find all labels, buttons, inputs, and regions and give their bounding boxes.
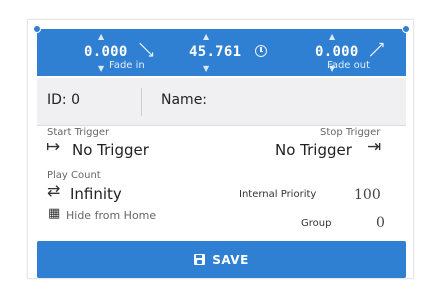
start-trigger-icon: ↦ [46, 137, 61, 157]
internal-priority-value[interactable]: 100 [354, 187, 381, 203]
save-button[interactable]: SAVE [37, 241, 406, 278]
fade-out-icon: ⟶ [364, 37, 390, 63]
fade-out-increment-icon[interactable]: ▲ [329, 33, 335, 41]
duration-decrement-icon[interactable]: ▼ [203, 65, 209, 73]
fade-out-control[interactable]: ▲ 0.000 ⟶ Fade out ▼ [315, 29, 410, 76]
fade-in-control[interactable]: ▲ 0.000 ⟶ Fade in ▼ [84, 29, 174, 76]
floppy-disk-icon [194, 254, 206, 265]
fade-out-value[interactable]: 0.000 [315, 44, 359, 60]
stop-trigger-select[interactable]: No Trigger [275, 141, 352, 159]
internal-priority-label: Internal Priority [239, 189, 317, 200]
fade-out-decrement-icon[interactable]: ▼ [329, 65, 335, 73]
resize-handle-left[interactable] [33, 25, 41, 33]
start-trigger-select[interactable]: No Trigger [72, 141, 149, 159]
id-divider [141, 88, 142, 116]
fade-in-decrement-icon[interactable]: ▼ [98, 65, 104, 73]
group-value[interactable]: 0 [376, 215, 385, 231]
fade-in-icon: ⟶ [133, 37, 159, 63]
play-count-label: Play Count [47, 170, 101, 181]
name-field[interactable]: Name: [161, 92, 207, 108]
fade-in-value[interactable]: 0.000 [84, 44, 128, 60]
id-name-row: ID: 0 Name: [37, 78, 406, 126]
stop-trigger-icon: ⇥ [367, 137, 382, 157]
duration-value[interactable]: 45.761 [189, 44, 241, 60]
hide-from-home-toggle[interactable]: Hide from Home [66, 209, 156, 222]
group-label: Group [301, 218, 332, 229]
calendar-gear-icon: ▦ [48, 206, 61, 221]
duration-control[interactable]: ▲ 45.761 ▼ [189, 29, 279, 76]
clock-icon [255, 45, 267, 57]
timing-bar: ▲ 0.000 ⟶ Fade in ▼ ▲ 45.761 ▼ ▲ 0.000 ⟶… [33, 25, 410, 76]
play-count-value[interactable]: Infinity [70, 185, 122, 203]
id-label: ID: 0 [47, 92, 80, 108]
fade-in-increment-icon[interactable]: ▲ [98, 33, 104, 41]
fade-in-label: Fade in [109, 60, 145, 71]
duration-increment-icon[interactable]: ▲ [203, 33, 209, 41]
repeat-icon: ⇄ [47, 181, 61, 200]
cue-card: ▲ 0.000 ⟶ Fade in ▼ ▲ 45.761 ▼ ▲ 0.000 ⟶… [27, 19, 414, 279]
save-label: SAVE [212, 252, 249, 267]
